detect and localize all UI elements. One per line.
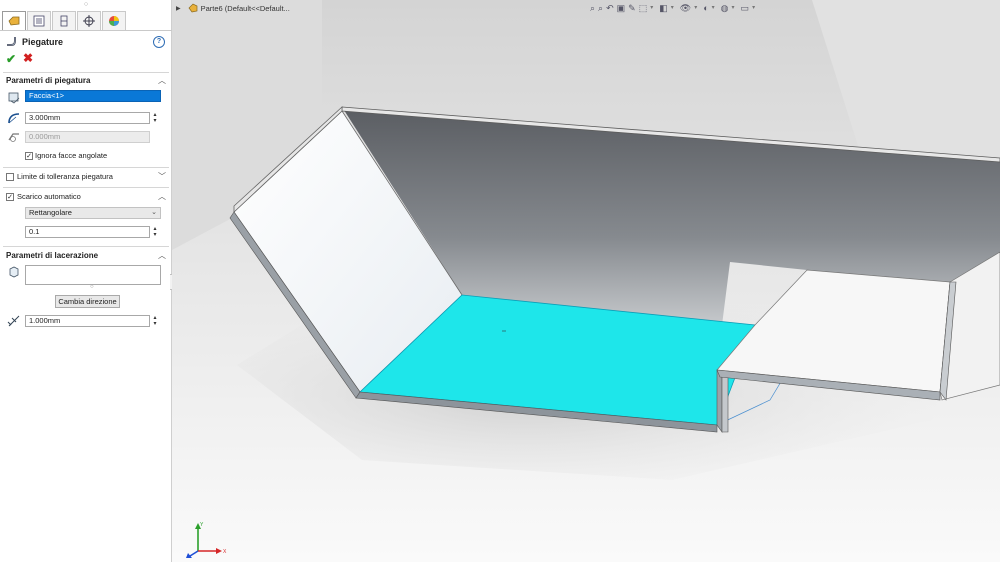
display-style-icon[interactable]: ◧ — [659, 2, 668, 14]
gap-spinner[interactable]: ▴ ▾ — [151, 315, 159, 327]
bends-feature-icon — [7, 37, 16, 46]
zoom-to-fit-icon[interactable]: ⌕ — [590, 2, 595, 14]
chevron-down-icon: ⌄ — [151, 209, 157, 216]
part-name-label: Parte6 (Default<<Default... — [200, 3, 290, 13]
view-orientation-icon[interactable]: ⬚ — [639, 2, 648, 14]
fixed-face-field[interactable]: Faccia<1> — [25, 90, 161, 102]
change-direction-button[interactable]: Cambia direzione — [55, 295, 120, 308]
relief-type-value: Rettangolare — [29, 208, 72, 217]
edges-selection-icon — [9, 266, 19, 278]
property-list-icon — [33, 15, 45, 27]
zoom-to-area-icon[interactable]: ⌕ — [598, 2, 603, 14]
scene-canvas — [172, 0, 1000, 562]
k-factor-input: 0.000mm — [25, 131, 150, 143]
step-riser-face — [721, 371, 729, 433]
hide-show-items-icon[interactable]: 👁 — [680, 2, 691, 14]
face-selection-icon — [8, 92, 20, 104]
section-view-icon[interactable]: ▣ — [617, 2, 626, 14]
apply-scene-icon[interactable]: ◍ — [721, 2, 729, 14]
tear-gap-icon — [7, 315, 20, 327]
tab-propertymanager[interactable] — [27, 11, 51, 30]
dynamic-annotation-icon[interactable]: ✎ — [628, 2, 636, 14]
resize-handle-icon[interactable]: ○ — [90, 284, 94, 290]
auto-relief-label: Scarico automatico — [17, 192, 81, 201]
chevron-down-icon[interactable]: ﹀ — [158, 173, 166, 181]
step-riser-edge — [716, 369, 723, 433]
previous-view-icon[interactable]: ↶ — [606, 2, 614, 14]
chevron-up-icon[interactable]: ︿ — [158, 193, 166, 201]
relief-ratio-input[interactable]: 0.1 — [25, 226, 150, 238]
chevron-up-icon[interactable]: ︿ — [158, 252, 166, 260]
feature-header: Piegature — [6, 34, 63, 50]
help-icon[interactable]: ? — [153, 36, 165, 48]
chevron-down-icon[interactable]: ▾ — [752, 2, 755, 14]
tolerance-checkbox[interactable] — [6, 173, 14, 181]
tab-featuremanager[interactable] — [2, 11, 26, 30]
tear-edges-listbox[interactable] — [25, 265, 161, 285]
radius-spinner[interactable]: ▴ ▾ — [151, 112, 159, 124]
group-divider — [3, 246, 169, 247]
panel-grip-icon[interactable]: ○ — [0, 0, 172, 10]
ignore-beveled-label: Ignora facce angolate — [35, 151, 108, 160]
chevron-down-icon[interactable]: ▾ — [732, 2, 735, 14]
property-manager-panel: ○ Piegature ? ✔ ✖ Parametri di piegatura… — [0, 0, 175, 562]
feature-title: Piegature — [22, 37, 64, 47]
feature-tree-flyout[interactable]: ▶ Parte6 (Default<<Default... — [176, 2, 290, 14]
tabs-divider — [0, 30, 172, 31]
graphics-area[interactable]: ▶ Parte6 (Default<<Default... ⌕ ⌕ ↶ ▣ ✎ … — [172, 0, 1000, 562]
tab-displaymanager[interactable] — [102, 11, 126, 30]
feature-tree-icon — [8, 16, 20, 26]
ok-button[interactable]: ✔ — [6, 52, 16, 66]
configuration-icon — [60, 15, 68, 27]
chevron-down-icon[interactable]: ▾ — [694, 2, 697, 14]
chevron-down-icon[interactable]: ▾ — [671, 2, 674, 14]
cancel-button[interactable]: ✖ — [23, 51, 33, 65]
tear-gap-input[interactable]: 1.000mm — [25, 315, 150, 327]
part-icon — [188, 3, 197, 13]
edit-appearance-icon[interactable]: ◐ — [703, 2, 708, 14]
svg-text:X: X — [223, 549, 227, 555]
k-factor-icon — [8, 133, 19, 142]
caret-right-icon[interactable]: ▶ — [176, 5, 181, 12]
chevron-down-icon[interactable]: ▾ — [650, 2, 653, 14]
crosshair-icon — [83, 15, 95, 27]
group-divider — [3, 167, 169, 168]
bend-radius-input[interactable]: 3.000mm — [25, 112, 150, 124]
triad-axes-icon: Y X — [186, 522, 227, 558]
heads-up-view-toolbar: ⌕ ⌕ ↶ ▣ ✎ ⬚ ▾ ◧ ▾ 👁 ▾ ◐ ▾ ◍ ▾ ▭ ▾ — [590, 1, 761, 15]
tear-params-heading[interactable]: Parametri di lacerazione — [6, 250, 98, 262]
view-settings-icon[interactable]: ▭ — [741, 2, 750, 14]
tab-dimxpert[interactable] — [77, 11, 101, 30]
bend-radius-icon — [8, 113, 20, 124]
chevron-down-icon[interactable]: ▾ — [712, 2, 715, 14]
manager-tabs — [2, 11, 127, 31]
auto-relief-checkbox[interactable]: ✓ — [6, 193, 14, 201]
tab-configurationmanager[interactable] — [52, 11, 76, 30]
ignore-beveled-checkbox[interactable]: ✓ — [25, 152, 33, 160]
ratio-spinner[interactable]: ▴ ▾ — [151, 226, 159, 238]
relief-type-select[interactable]: Rettangolare ⌄ — [25, 207, 161, 219]
bend-params-heading[interactable]: Parametri di piegatura — [6, 75, 90, 87]
appearance-icon — [109, 16, 119, 26]
group-divider — [3, 187, 169, 188]
svg-text:Y: Y — [200, 522, 204, 528]
group-divider — [3, 72, 169, 73]
tolerance-label: Limite di tolleranza piegatura — [17, 172, 113, 181]
chevron-up-icon[interactable]: ︿ — [158, 77, 166, 85]
